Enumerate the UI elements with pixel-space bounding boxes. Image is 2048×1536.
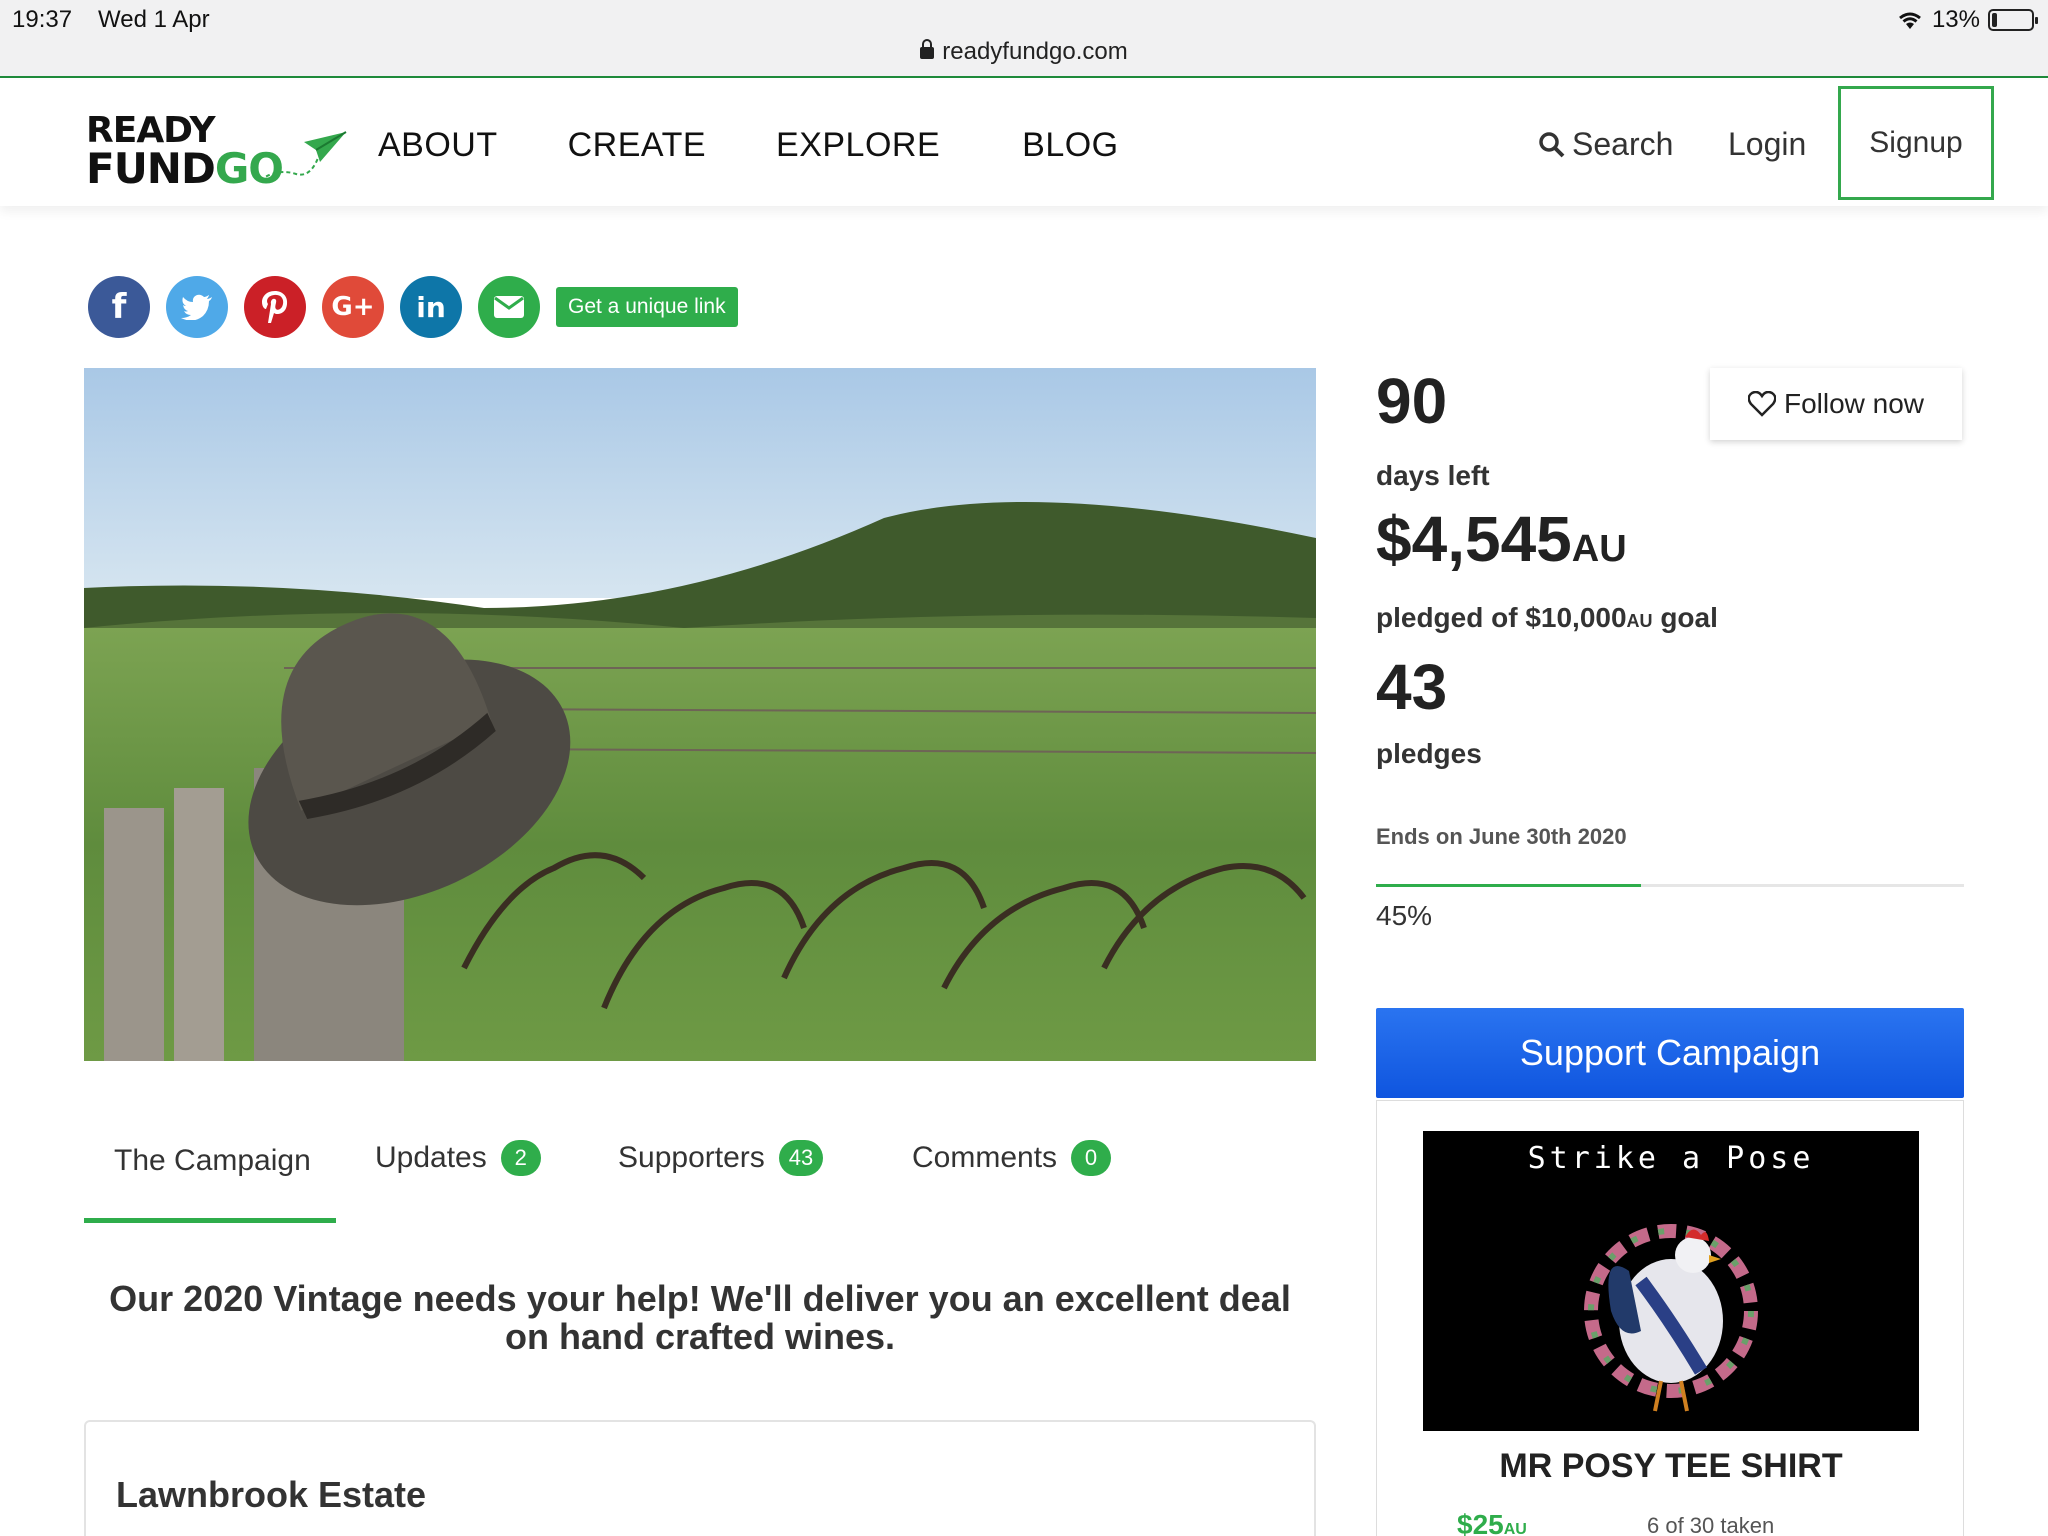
search-icon — [1539, 131, 1565, 157]
reward-card[interactable]: Strike a Pose MR POSY TEE SHIRT $25AU 6 … — [1376, 1100, 1964, 1536]
story-card: Lawnbrook Estate — [84, 1420, 1316, 1536]
logo-text-fundgo: FUNDGO — [86, 144, 284, 193]
get-unique-link-button[interactable]: Get a unique link — [556, 287, 738, 327]
tab-comments[interactable]: Comments 0 — [912, 1140, 1112, 1176]
share-bar: f G+ in Get a unique link — [88, 276, 738, 338]
active-tab-indicator — [84, 1218, 336, 1223]
url-text: readyfundgo.com — [942, 38, 1128, 65]
battery-icon — [1988, 9, 2038, 31]
reward-taken-count: 6 of 30 taken — [1647, 1513, 1775, 1536]
google-plus-icon[interactable]: G+ — [322, 276, 384, 338]
updates-count-badge: 2 — [500, 1140, 541, 1176]
status-right: 13% — [1896, 6, 2038, 34]
reward-image: Strike a Pose — [1423, 1131, 1919, 1431]
nav-explore[interactable]: EXPLORE — [776, 126, 940, 165]
follow-now-button[interactable]: Follow now — [1710, 368, 1962, 440]
search-link[interactable]: Search — [1538, 126, 1673, 163]
funding-percent: 45% — [1376, 900, 1433, 931]
search-label: Search — [1572, 126, 1674, 162]
tab-supporters[interactable]: Supporters 43 — [618, 1140, 824, 1176]
reward-price: $25AU — [1457, 1509, 1527, 1536]
reward-title: MR POSY TEE SHIRT — [1499, 1447, 1843, 1485]
tab-label: Comments — [912, 1141, 1058, 1174]
tab-label: The Campaign — [114, 1144, 311, 1177]
funding-progress-fill — [1376, 884, 1641, 887]
story-title: Lawnbrook Estate — [116, 1474, 427, 1515]
tab-label: Supporters — [618, 1141, 765, 1174]
readyfundgo-logo[interactable]: READY FUNDGO — [86, 110, 347, 193]
support-campaign-button[interactable]: Support Campaign — [1376, 1008, 1964, 1098]
supporters-count-badge: 43 — [778, 1140, 824, 1176]
twitter-icon[interactable] — [166, 276, 228, 338]
lock-icon — [920, 39, 935, 59]
linkedin-icon[interactable]: in — [400, 276, 462, 338]
tab-the-campaign[interactable]: The Campaign — [114, 1144, 311, 1178]
wifi-icon — [1899, 12, 1921, 29]
pledged-goal-label: pledged of $10,000AU goal — [1376, 602, 1718, 633]
comments-count-badge: 0 — [1071, 1140, 1112, 1176]
nav-about[interactable]: ABOUT — [378, 126, 498, 165]
tab-updates[interactable]: Updates 2 — [375, 1140, 541, 1176]
address-bar[interactable]: readyfundgo.com — [0, 38, 2048, 66]
email-icon[interactable] — [478, 276, 540, 338]
paper-plane-icon — [259, 131, 347, 181]
campaign-tagline: Our 2020 Vintage needs your help! We'll … — [109, 1278, 1291, 1357]
heart-icon — [1747, 391, 1776, 417]
pledges-count: 43 — [1376, 651, 1448, 723]
days-left-label: days left — [1376, 460, 1490, 491]
status-time: 19:37 — [12, 6, 73, 33]
campaign-hero-image — [84, 368, 1316, 1061]
campaign-tabs: The Campaign Updates 2 Supporters 43 Com… — [84, 1140, 1316, 1224]
rooster-illustration — [1584, 1224, 1758, 1412]
nav-blog[interactable]: BLOG — [1022, 126, 1118, 165]
ends-on-date: Ends on June 30th 2020 — [1376, 824, 1627, 849]
nav-create[interactable]: CREATE — [568, 126, 706, 165]
facebook-icon[interactable]: f — [88, 276, 150, 338]
status-date: Wed 1 Apr — [98, 6, 210, 33]
tab-label: Updates — [375, 1141, 487, 1174]
main-nav: ABOUT CREATE EXPLORE BLOG — [378, 126, 1189, 165]
follow-now-label: Follow now — [1783, 388, 1925, 419]
days-left-value: 90 — [1376, 365, 1448, 437]
battery-percent: 13% — [1931, 6, 1980, 33]
pledged-amount: $4,545AU — [1376, 503, 1627, 575]
site-header: READY FUNDGO ABOUT CREATE EXPLORE BLOG S… — [0, 80, 2048, 206]
reward-image-caption: Strike a Pose — [1527, 1141, 1815, 1176]
pinterest-icon[interactable] — [244, 276, 306, 338]
funding-progress-bar — [1376, 884, 1964, 887]
pledges-label: pledges — [1376, 738, 1482, 769]
login-link[interactable]: Login — [1728, 126, 1806, 163]
browser-status-bar: 19:37 Wed 1 Apr 13% readyfundgo.com — [0, 0, 2048, 78]
signup-button[interactable]: Signup — [1838, 86, 1994, 200]
